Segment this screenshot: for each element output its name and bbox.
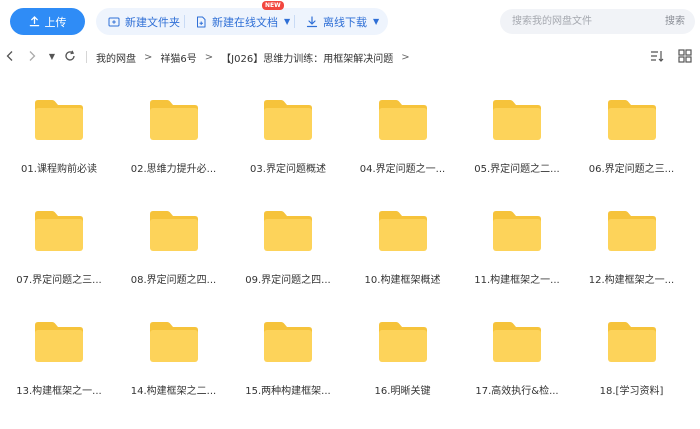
- file-name: 08.界定问题之四...: [130, 275, 217, 286]
- new-online-doc-button[interactable]: 新建在线文档 ▼: [195, 8, 290, 35]
- new-badge: NEW: [262, 1, 284, 10]
- file-item[interactable]: 18.[学习资料]: [582, 297, 682, 397]
- refresh-icon[interactable]: [62, 48, 78, 64]
- folder-icon: [35, 322, 83, 362]
- file-item[interactable]: 04.界定问题之一...: [353, 75, 453, 175]
- offline-download-label: 离线下载: [323, 15, 367, 29]
- back-icon[interactable]: [2, 48, 18, 64]
- breadcrumb-item-folder[interactable]: 祥猫6号: [160, 50, 196, 65]
- folder-icon: [264, 100, 312, 140]
- file-item[interactable]: 12.构建框架之一...: [582, 186, 682, 286]
- folder-icon: [607, 100, 656, 140]
- file-item[interactable]: 11.构建框架之一...: [467, 186, 567, 286]
- sort-icon[interactable]: [650, 49, 664, 63]
- file-name: 12.构建框架之一...: [588, 275, 675, 286]
- file-item[interactable]: 03.界定问题概述: [238, 75, 338, 175]
- new-doc-icon: [197, 16, 206, 27]
- nav-divider: [86, 51, 87, 63]
- folder-icon: [264, 211, 312, 251]
- file-name: 15.两种构建框架...: [245, 386, 331, 397]
- new-online-doc-label: 新建在线文档: [212, 15, 278, 29]
- folder-icon: [378, 211, 427, 251]
- file-name: 07.界定问题之三...: [16, 275, 102, 286]
- offline-download-button[interactable]: 离线下载 ▼: [306, 8, 379, 35]
- folder-icon: [493, 211, 541, 251]
- file-item[interactable]: 06.界定问题之三...: [582, 75, 682, 175]
- file-name: 09.界定问题之四...: [245, 275, 331, 286]
- file-name: 05.界定问题之二...: [474, 164, 560, 175]
- toolbar: 上传 新建文件夹 新建在线文档 ▼ 离线下载 ▼ NEW 搜索: [0, 0, 700, 42]
- file-item[interactable]: 14.构建框架之二...: [124, 297, 224, 397]
- breadcrumb-separator: >: [144, 51, 153, 63]
- folder-icon: [493, 100, 541, 140]
- folder-icon: [264, 322, 312, 362]
- folder-icon: [149, 211, 198, 251]
- file-item[interactable]: 09.界定问题之四...: [238, 186, 338, 286]
- file-item[interactable]: 16.明晰关键: [353, 297, 453, 397]
- folder-icon: [378, 100, 427, 140]
- folder-icon: [35, 211, 83, 251]
- chevron-down-icon: ▼: [373, 17, 380, 26]
- file-name: 16.明晰关键: [374, 386, 431, 397]
- new-folder-icon: [108, 17, 120, 26]
- file-name: 17.高效执行&检...: [475, 386, 559, 397]
- file-item[interactable]: 15.两种构建框架...: [238, 297, 338, 397]
- folder-icon: [493, 322, 541, 362]
- breadcrumb-separator: >: [204, 51, 214, 63]
- file-item[interactable]: 10.构建框架概述: [353, 186, 453, 286]
- search-box: 搜索: [500, 9, 695, 34]
- grid-view-icon[interactable]: [678, 49, 692, 63]
- new-folder-label: 新建文件夹: [125, 15, 180, 29]
- folder-icon: [35, 100, 83, 140]
- file-item[interactable]: 13.构建框架之一...: [9, 297, 109, 397]
- folder-icon: [149, 100, 198, 140]
- view-controls: [650, 49, 692, 63]
- folder-icon: [149, 322, 198, 362]
- navigation-bar: ▼ 我的网盘 > 祥猫6号 > 【J026】思维力训练：用框架解决问题 >: [0, 42, 700, 72]
- file-name: 14.构建框架之二...: [130, 386, 217, 397]
- breadcrumb-item-root[interactable]: 我的网盘: [96, 50, 136, 65]
- file-name: 04.界定问题之一...: [359, 164, 446, 175]
- folder-icon: [378, 322, 427, 362]
- file-item[interactable]: 05.界定问题之二...: [467, 75, 567, 175]
- upload-icon: [29, 16, 39, 27]
- file-item[interactable]: 02.思维力提升必...: [124, 75, 224, 175]
- file-name: 18.[学习资料]: [599, 386, 664, 397]
- upload-button[interactable]: 上传: [10, 8, 85, 35]
- file-item[interactable]: 17.高效执行&检...: [467, 297, 567, 397]
- file-item[interactable]: 01.课程购前必读: [9, 75, 109, 175]
- file-name: 02.思维力提升必...: [130, 164, 217, 175]
- new-folder-button[interactable]: 新建文件夹: [108, 8, 180, 35]
- breadcrumb-separator: >: [401, 51, 410, 63]
- file-name: 06.界定问题之三...: [588, 164, 675, 175]
- chevron-down-icon: ▼: [284, 17, 291, 26]
- file-name: 13.构建框架之一...: [16, 386, 102, 397]
- file-name: 03.界定问题概述: [250, 164, 326, 175]
- file-name: 10.构建框架概述: [364, 275, 441, 286]
- tool-divider: [294, 15, 295, 28]
- file-item[interactable]: 07.界定问题之三...: [9, 186, 109, 286]
- search-input[interactable]: [500, 9, 650, 34]
- file-item[interactable]: 08.界定问题之四...: [124, 186, 224, 286]
- history-dropdown-icon[interactable]: ▼: [44, 48, 60, 64]
- file-name: 01.课程购前必读: [21, 164, 97, 175]
- folder-icon: [607, 211, 656, 251]
- tool-divider: [184, 15, 185, 28]
- toolbar-tool-group: 新建文件夹 新建在线文档 ▼ 离线下载 ▼: [96, 8, 388, 35]
- download-icon: [306, 15, 318, 27]
- breadcrumb-item-current[interactable]: 【J026】思维力训练：用框架解决问题: [221, 50, 393, 65]
- search-button[interactable]: 搜索: [665, 9, 685, 34]
- upload-label: 上传: [44, 15, 67, 29]
- breadcrumb: 我的网盘 > 祥猫6号 > 【J026】思维力训练：用框架解决问题 >: [96, 42, 418, 72]
- forward-icon[interactable]: [24, 48, 40, 64]
- file-name: 11.构建框架之一...: [474, 275, 560, 286]
- folder-icon: [607, 322, 656, 362]
